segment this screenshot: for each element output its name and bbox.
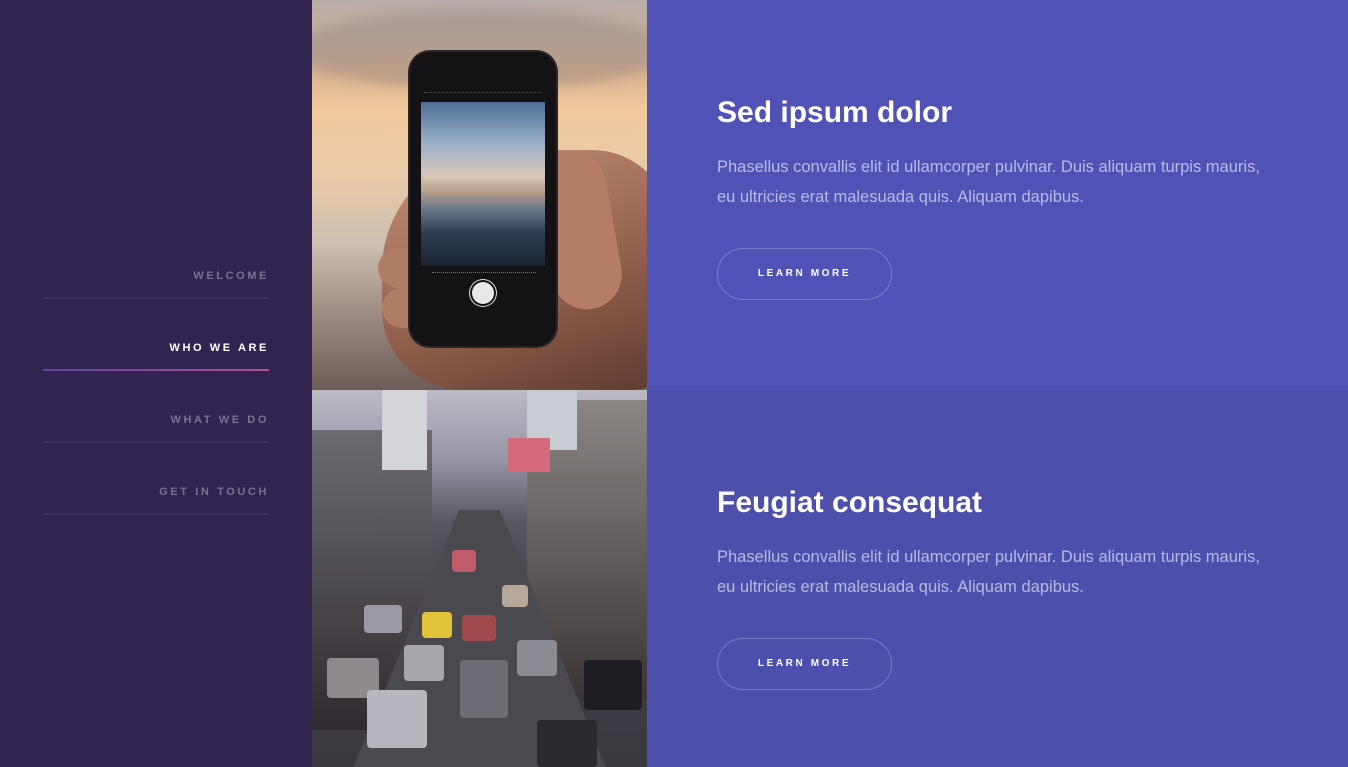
- nav-item-get-in-touch[interactable]: GET IN TOUCH: [43, 470, 269, 542]
- nav-item-label: GET IN TOUCH: [159, 486, 269, 498]
- photo-car: [422, 612, 452, 638]
- photo-car: [367, 690, 427, 748]
- sidebar-nav: WELCOME WHO WE ARE WHAT WE DO GET IN TOU…: [43, 254, 269, 542]
- spotlight-content: Sed ipsum dolor Phasellus convallis elit…: [717, 96, 1277, 300]
- spotlight-content: Feugiat consequat Phasellus convallis el…: [717, 486, 1277, 690]
- spotlight-image-street[interactable]: [312, 390, 647, 767]
- nav-item-label: WHO WE ARE: [169, 342, 269, 354]
- photo-car: [452, 550, 476, 572]
- nav-item-label: WHAT WE DO: [170, 414, 269, 426]
- spotlight-text: Phasellus convallis elit id ullamcorper …: [717, 548, 1260, 596]
- learn-more-button[interactable]: LEARN MORE: [717, 638, 892, 690]
- spotlight-title: Feugiat consequat: [717, 486, 983, 519]
- photo-car: [462, 615, 496, 641]
- nav-item-underline: [43, 513, 269, 515]
- nav-item-what-we-do[interactable]: WHAT WE DO: [43, 398, 269, 470]
- nav-item-underline: [43, 297, 269, 299]
- phone-camera-topbar: [424, 92, 542, 98]
- nav-item-label: WELCOME: [193, 270, 269, 282]
- spotlight-image-phone[interactable]: [312, 0, 647, 390]
- nav-item-underline-active: [43, 369, 269, 371]
- photo-car: [460, 660, 508, 718]
- photo-billboard: [508, 438, 550, 472]
- sidebar: WELCOME WHO WE ARE WHAT WE DO GET IN TOU…: [0, 0, 312, 767]
- spotlight-2: Feugiat consequat Phasellus convallis el…: [312, 390, 1348, 767]
- phone-camera-modes: [432, 272, 536, 276]
- photo-car: [517, 640, 557, 676]
- spotlight-1: Sed ipsum dolor Phasellus convallis elit…: [312, 0, 1348, 390]
- spotlight-title: Sed ipsum dolor: [717, 96, 953, 129]
- spotlight-text: Phasellus convallis elit id ullamcorper …: [717, 158, 1260, 206]
- photo-car: [584, 660, 642, 710]
- nav-item-who-we-are[interactable]: WHO WE ARE: [43, 326, 269, 398]
- learn-more-button[interactable]: LEARN MORE: [717, 248, 892, 300]
- nav-item-welcome[interactable]: WELCOME: [43, 254, 269, 326]
- nav-item-underline: [43, 441, 269, 443]
- phone-screen: [421, 102, 545, 266]
- photo-car: [537, 720, 597, 767]
- photo-smartphone: [410, 52, 556, 346]
- photo-car: [404, 645, 444, 681]
- phone-shutter-button: [472, 282, 494, 304]
- photo-car: [364, 605, 402, 633]
- photo-car: [502, 585, 528, 607]
- photo-building: [382, 390, 427, 470]
